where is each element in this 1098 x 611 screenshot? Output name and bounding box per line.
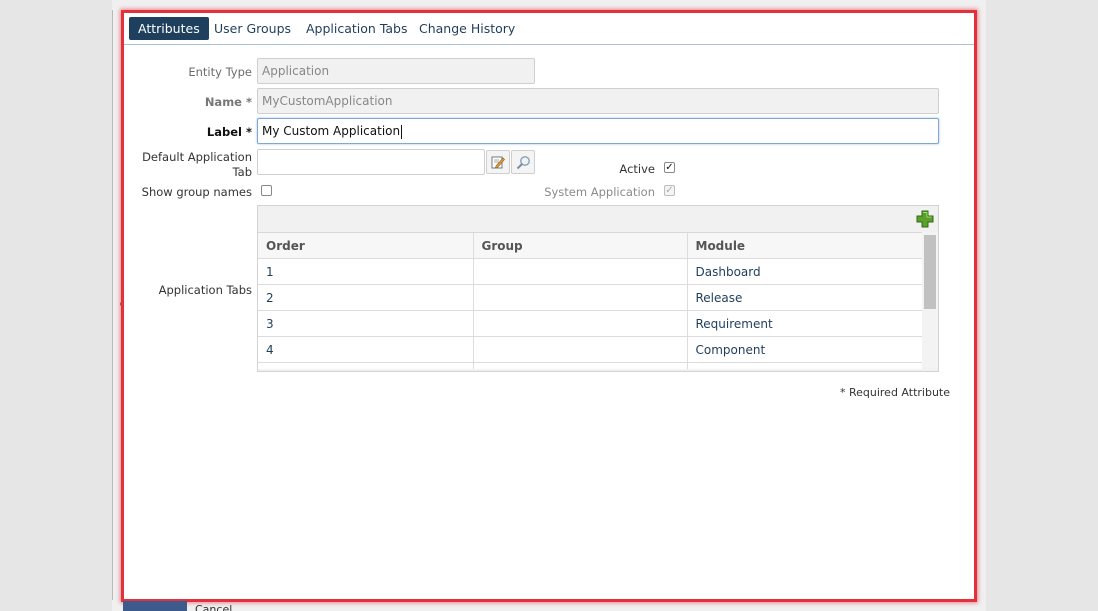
- entity-type-field: Application: [257, 58, 535, 84]
- save-button[interactable]: [123, 601, 187, 611]
- cell-group[interactable]: [473, 336, 688, 363]
- name-field: MyCustomApplication: [257, 88, 939, 114]
- lookup-button[interactable]: [511, 150, 535, 174]
- default-tab-label-line2: Tab: [232, 165, 252, 179]
- default-tab-label: Default Application Tab: [124, 150, 252, 180]
- entity-type-label: Entity Type: [188, 65, 252, 79]
- cell-group[interactable]: [473, 284, 688, 311]
- cell-order[interactable]: 4: [258, 336, 474, 363]
- table-row[interactable]: 1 Dashboard: [258, 258, 922, 285]
- search-icon: [516, 155, 530, 169]
- add-icon[interactable]: [916, 210, 934, 228]
- cell-group[interactable]: [473, 258, 688, 285]
- tab-user-groups[interactable]: User Groups: [205, 17, 300, 40]
- cell-order[interactable]: 2: [258, 284, 474, 311]
- active-label: Active: [619, 162, 655, 176]
- tab-attributes[interactable]: Attributes: [129, 17, 209, 40]
- grid-body: Order Group Module 1 Dashboard 2 Release: [258, 232, 922, 369]
- text-caret: [401, 124, 403, 139]
- table-row[interactable]: 2 Release: [258, 284, 922, 311]
- grid-scrollbar[interactable]: [922, 232, 938, 368]
- show-group-names-checkbox[interactable]: [261, 185, 272, 196]
- tab-bar: Attributes User Groups Application Tabs …: [124, 13, 974, 45]
- system-application-label: System Application: [544, 185, 655, 199]
- edit-icon: [491, 156, 505, 169]
- label-input[interactable]: My Custom Application: [257, 118, 939, 144]
- column-header-module[interactable]: Module: [687, 233, 922, 259]
- application-dialog: Attributes User Groups Application Tabs …: [121, 10, 977, 602]
- name-label: Name *: [204, 95, 252, 109]
- cancel-button[interactable]: Cancel: [195, 602, 232, 611]
- active-checkbox[interactable]: ✓: [664, 162, 675, 173]
- cell-order[interactable]: 3: [258, 310, 474, 337]
- default-tab-label-line1: Default Application: [142, 150, 252, 164]
- cell-order[interactable]: 1: [258, 258, 474, 285]
- application-tabs-label: Application Tabs: [158, 283, 252, 297]
- cell-module[interactable]: Dashboard: [687, 258, 922, 285]
- tab-application-tabs[interactable]: Application Tabs: [297, 17, 417, 40]
- edit-button[interactable]: [486, 150, 510, 174]
- label-input-value: My Custom Application: [262, 124, 401, 138]
- cell-module[interactable]: Component: [687, 336, 922, 363]
- cell-module[interactable]: Requirement: [687, 310, 922, 337]
- default-tab-input[interactable]: [257, 149, 485, 175]
- label-label: Label *: [206, 125, 252, 139]
- application-tabs-grid: Order Group Module 1 Dashboard 2 Release: [257, 205, 939, 372]
- show-group-names-label: Show group names: [141, 185, 252, 199]
- column-header-group[interactable]: Group: [473, 233, 688, 259]
- left-divider: [112, 10, 113, 600]
- table-row[interactable]: 3 Requirement: [258, 310, 922, 337]
- system-application-checkbox: ✓: [664, 185, 675, 196]
- table-row[interactable]: 4 Component: [258, 336, 922, 363]
- cell-group[interactable]: [473, 310, 688, 337]
- cell-module[interactable]: Release: [687, 284, 922, 311]
- scrollbar-thumb[interactable]: [924, 235, 936, 309]
- grid-toolbar: [258, 206, 938, 232]
- tab-change-history[interactable]: Change History: [410, 17, 524, 40]
- column-header-order[interactable]: Order: [258, 233, 474, 259]
- table-row[interactable]: [258, 362, 922, 369]
- grid-header-row: Order Group Module: [258, 233, 922, 259]
- required-attribute-note: * Required Attribute: [839, 386, 950, 399]
